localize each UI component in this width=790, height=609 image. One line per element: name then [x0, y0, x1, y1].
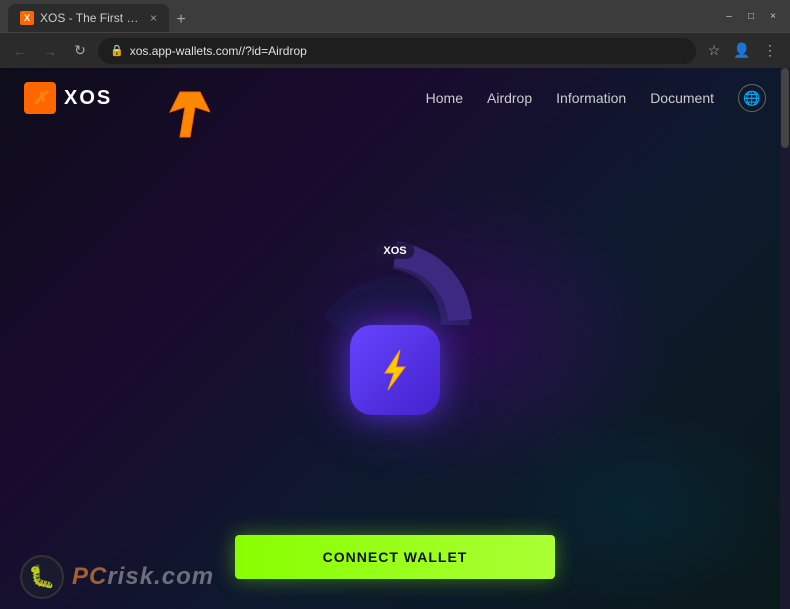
- nav-airdrop[interactable]: Airdrop: [487, 90, 532, 106]
- nav-document[interactable]: Document: [650, 90, 714, 106]
- tab-title: XOS - The First Solana L2: [40, 11, 140, 25]
- tab-close-button[interactable]: ×: [150, 11, 157, 25]
- new-tab-button[interactable]: +: [169, 8, 193, 32]
- minimize-button[interactable]: –: [720, 7, 738, 25]
- browser-tab[interactable]: X XOS - The First Solana L2 ×: [8, 4, 169, 32]
- browser-frame: X XOS - The First Solana L2 × + – □ × ← …: [0, 0, 790, 609]
- window-controls: – □ ×: [720, 7, 782, 25]
- url-text: xos.app-wallets.com//?id=Airdrop: [130, 44, 307, 58]
- maximize-button[interactable]: □: [742, 7, 760, 25]
- site-logo: ✗ XOS: [24, 82, 112, 114]
- arrow-annotation: [130, 82, 210, 142]
- nav-home[interactable]: Home: [426, 90, 463, 106]
- reload-button[interactable]: ↻: [68, 39, 92, 63]
- site-header: ✗ XOS Home Airdrop Information Document …: [0, 68, 790, 128]
- profile-icon[interactable]: 👤: [730, 39, 754, 63]
- central-icon: [350, 325, 440, 415]
- scrollbar[interactable]: [780, 68, 790, 609]
- lightning-icon: [370, 345, 420, 395]
- globe-icon[interactable]: 🌐: [738, 84, 766, 112]
- navigation-bar: ← → ↻ 🔒 xos.app-wallets.com//?id=Airdrop…: [0, 32, 790, 68]
- lock-icon: 🔒: [110, 44, 124, 57]
- nav-information[interactable]: Information: [556, 90, 626, 106]
- tab-favicon: X: [20, 11, 34, 25]
- nav-icons: ☆ 👤 ⋮: [702, 39, 782, 63]
- menu-icon[interactable]: ⋮: [758, 39, 782, 63]
- watermark-text: PCrisk.com: [72, 563, 214, 591]
- xos-arc-label: XOS: [375, 243, 414, 259]
- center-area: XOS: [315, 225, 475, 415]
- logo-icon: ✗: [24, 82, 56, 114]
- logo-text: XOS: [64, 87, 112, 110]
- forward-button[interactable]: →: [38, 39, 62, 63]
- bookmark-icon[interactable]: ☆: [702, 39, 726, 63]
- connect-wallet-button[interactable]: CONNECT WALLET: [235, 535, 555, 579]
- title-bar: X XOS - The First Solana L2 × + – □ ×: [0, 0, 790, 32]
- site-nav: Home Airdrop Information Document 🌐: [426, 84, 766, 112]
- back-button[interactable]: ←: [8, 39, 32, 63]
- watermark-circle: 🐛: [20, 555, 64, 599]
- tab-area: X XOS - The First Solana L2 × +: [8, 0, 716, 32]
- close-button[interactable]: ×: [764, 7, 782, 25]
- page-content: ✗ XOS Home Airdrop Information Document …: [0, 68, 790, 609]
- watermark-bug-icon: 🐛: [28, 564, 55, 590]
- watermark: 🐛 PCrisk.com: [20, 555, 214, 599]
- address-bar[interactable]: 🔒 xos.app-wallets.com//?id=Airdrop: [98, 38, 696, 64]
